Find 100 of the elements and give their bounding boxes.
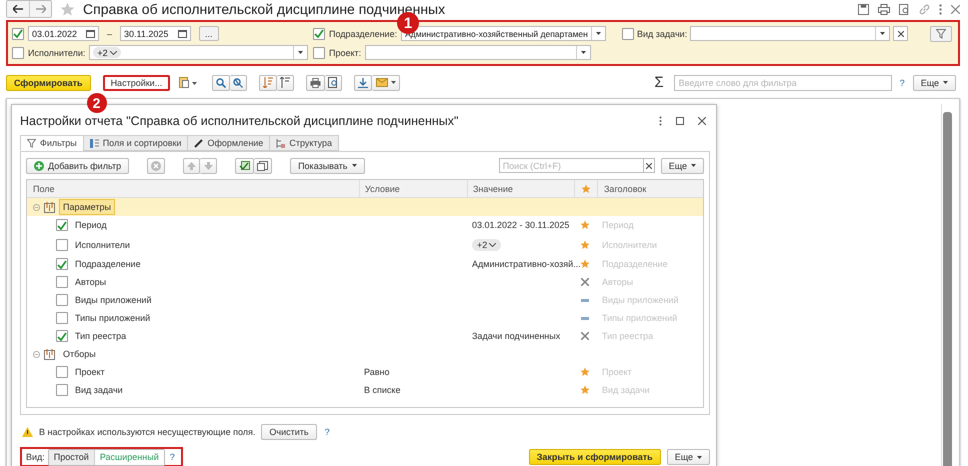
calendar-icon[interactable] [178, 29, 188, 38]
uncheck-all-button[interactable] [254, 158, 272, 174]
caret-icon[interactable] [298, 51, 303, 54]
more-icon[interactable] [659, 116, 662, 126]
link-icon[interactable] [919, 4, 930, 14]
add-filter-button[interactable]: Добавить фильтр [26, 158, 130, 174]
tab[interactable]: Фильтры [20, 135, 84, 151]
checked-box-icon [239, 160, 250, 170]
move-down-button[interactable] [200, 158, 218, 174]
checkbox[interactable] [56, 294, 68, 306]
help-link[interactable]: ? [898, 78, 907, 88]
more-button[interactable]: Еще [660, 158, 704, 174]
more-icon[interactable] [939, 4, 942, 14]
delete-button[interactable] [147, 158, 166, 174]
caret-icon [352, 164, 356, 167]
download-button[interactable] [354, 74, 372, 90]
tab[interactable]: Оформление [187, 135, 270, 151]
tab[interactable]: Структура [269, 135, 340, 151]
checkbox[interactable] [56, 238, 68, 250]
dash-separator: – [106, 28, 114, 38]
clear-icon[interactable] [646, 162, 652, 168]
checkbox[interactable] [56, 366, 68, 378]
caret-icon[interactable] [581, 51, 586, 54]
columns-icon [90, 138, 99, 148]
preview-icon[interactable] [899, 4, 910, 14]
collapse-groups-button[interactable] [277, 74, 294, 90]
star-icon[interactable] [580, 259, 590, 269]
close-and-generate-button[interactable]: Закрыть и сформировать [528, 449, 661, 465]
calendar-icon[interactable] [86, 29, 95, 38]
settings-button[interactable]: Настройки... [102, 74, 170, 90]
value-text: 03.01.2022 - 30.11.2025 [472, 220, 570, 230]
cross-icon[interactable] [581, 332, 589, 340]
performers-field[interactable]: +2 [89, 45, 308, 60]
checkbox[interactable] [56, 312, 68, 324]
tab[interactable]: Поля и сортировки [82, 135, 188, 151]
task-type-field[interactable] [690, 26, 890, 41]
title-text: Вид задачи [601, 385, 651, 395]
checkbox[interactable] [56, 258, 68, 270]
help-link[interactable]: ? [168, 452, 177, 462]
value-chip[interactable]: +2 [472, 238, 502, 250]
move-up-button[interactable] [183, 158, 200, 174]
group-label[interactable]: Параметры [59, 199, 115, 215]
clear-icon[interactable] [898, 30, 904, 36]
group-label[interactable]: Отборы [59, 346, 100, 362]
close-icon[interactable] [698, 117, 706, 125]
email-button[interactable] [372, 74, 400, 90]
star-icon[interactable] [580, 385, 590, 395]
maximize-icon[interactable] [676, 117, 684, 125]
cross-icon[interactable] [581, 278, 589, 286]
back-button[interactable] [7, 1, 29, 17]
caret-icon[interactable] [880, 32, 886, 35]
checkbox[interactable] [313, 46, 325, 58]
check-all-button[interactable] [235, 158, 254, 174]
sum-icon[interactable]: Σ [654, 74, 664, 91]
more-button[interactable]: Еще [912, 74, 956, 90]
checkbox[interactable] [56, 330, 68, 342]
checkbox[interactable] [56, 384, 68, 396]
scrollbar[interactable] [941, 104, 953, 466]
chevron-icon [489, 242, 496, 246]
floppy-icon[interactable] [858, 4, 869, 14]
checkbox[interactable] [313, 28, 325, 40]
collapse-icon[interactable] [33, 204, 40, 210]
checkbox[interactable] [12, 28, 24, 40]
printer-icon[interactable] [878, 4, 890, 14]
star-icon[interactable] [580, 220, 590, 230]
star-icon[interactable] [580, 240, 590, 250]
search-button[interactable] [212, 74, 230, 90]
close-icon[interactable] [951, 4, 960, 14]
title-text: Период [601, 220, 635, 230]
search-reset-button[interactable] [230, 74, 248, 90]
date-field[interactable]: 03.01.2022 [28, 26, 99, 41]
dash-icon[interactable] [581, 316, 589, 320]
search-field[interactable]: Поиск (Ctrl+F) [498, 158, 643, 173]
sort-down-icon [263, 77, 274, 88]
collapse-icon[interactable] [33, 350, 40, 358]
dash-icon[interactable] [581, 298, 589, 302]
checkbox[interactable] [622, 28, 634, 40]
filter-button[interactable] [930, 26, 952, 42]
checkbox[interactable] [56, 276, 68, 288]
star-icon[interactable] [580, 367, 590, 377]
show-button[interactable]: Показывать [290, 158, 364, 174]
date-field[interactable]: 30.11.2025 [120, 26, 192, 41]
checkbox[interactable] [56, 219, 68, 231]
help-link[interactable]: ? [322, 427, 332, 437]
more-button[interactable]: Еще [666, 449, 710, 465]
preview-button[interactable] [325, 74, 342, 90]
value-chip[interactable]: +2 [93, 47, 121, 58]
expand-groups-button[interactable] [259, 74, 278, 90]
checkbox[interactable] [12, 46, 24, 58]
clear-button[interactable]: Очистить [261, 424, 317, 440]
project-field[interactable] [365, 45, 592, 60]
search-field[interactable]: Введите слово для фильтра [674, 74, 892, 90]
period-button[interactable]: ... [199, 26, 219, 41]
view-option[interactable]: Расширенный [94, 450, 164, 464]
view-option[interactable]: Простой [48, 450, 94, 464]
star-icon[interactable] [60, 2, 75, 16]
generate-button[interactable]: Сформировать [6, 74, 91, 90]
column-header: Поле [32, 182, 56, 196]
caret-icon[interactable] [596, 32, 601, 35]
print-button[interactable] [306, 74, 326, 90]
